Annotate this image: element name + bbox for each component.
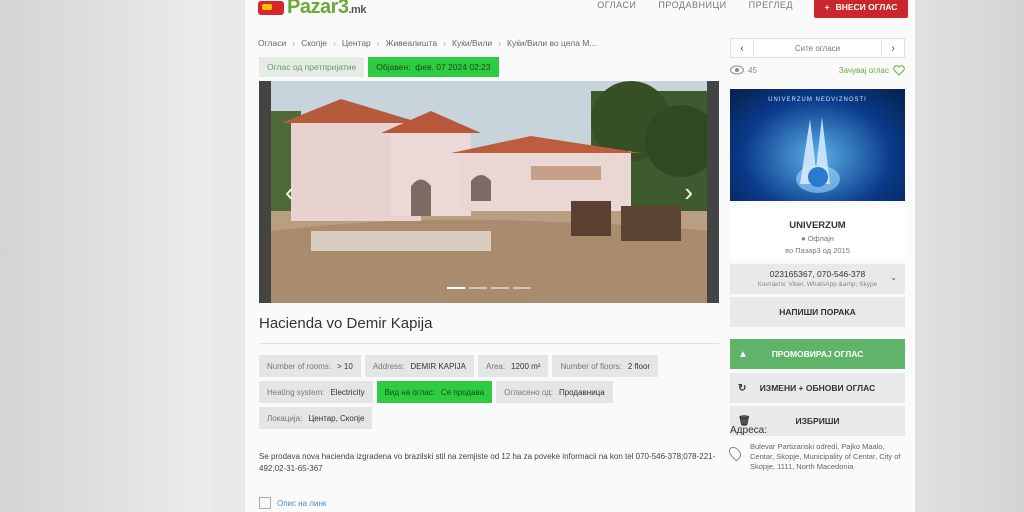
- nav-ads[interactable]: ОГЛАСИ: [597, 0, 636, 10]
- view-count: 45: [730, 65, 757, 75]
- address-block: Адреса: Bulevar Partizanski odredi, Pajk…: [726, 425, 905, 472]
- logo-text: Pazar3.mk: [287, 0, 366, 18]
- listing-description: Se prodava nova hacienda izgradena vo br…: [259, 452, 716, 473]
- nav-overview[interactable]: ПРЕГЛЕД: [749, 0, 793, 10]
- breadcrumb-item[interactable]: Живеалишта: [386, 38, 438, 48]
- seller-name[interactable]: UNIVERZUM: [730, 220, 905, 231]
- breadcrumb-item[interactable]: Скопје: [301, 38, 327, 48]
- site-logo[interactable]: Pazar3.mk: [258, 0, 366, 19]
- save-listing-label: Зачувај оглас: [838, 65, 889, 75]
- save-listing-button[interactable]: Зачувај оглас: [838, 64, 905, 76]
- attribute-list: Number of rooms: > 10 Address: DEMIR KAPIJ…: [259, 355, 719, 429]
- breadcrumb-item[interactable]: Центар: [342, 38, 371, 48]
- banner-text: UNIVERZUM NEDVIZNOSTI: [768, 97, 867, 103]
- refresh-icon: ↻: [738, 382, 747, 394]
- eye-icon: [730, 65, 744, 75]
- write-message-label: НАПИШИ ПОРАКА: [779, 307, 856, 317]
- background-left: [0, 0, 210, 512]
- pager-prev-button[interactable]: ‹: [731, 39, 753, 57]
- attribute-location: Локација: Центар, Скопје: [259, 407, 373, 429]
- published-value: фев. 07 2024 02:23: [415, 62, 491, 72]
- add-listing-label: ВНЕСИ ОГЛАС: [835, 2, 898, 12]
- gallery-next-button[interactable]: ›: [684, 179, 693, 205]
- top-bar: Pazar3.mk ОГЛАСИ ПРОДАВНИЦИ ПРЕГЛЕД + ВН…: [258, 0, 908, 22]
- breadcrumb-item[interactable]: Куќи/Вили во цела М...: [507, 38, 596, 48]
- all-listings-link[interactable]: Сите огласи: [753, 39, 882, 57]
- listing-tags: Оглас од претпријатие Објавен: фев. 07 2…: [259, 57, 499, 77]
- address-text: Bulevar Partizanski odredi, Pajko Maalo,…: [750, 442, 901, 471]
- breadcrumb-separator: ›: [332, 38, 336, 48]
- chevron-down-icon[interactable]: ⌄: [890, 273, 897, 282]
- plus-icon: +: [824, 2, 830, 12]
- promote-listing-button[interactable]: ▲ ПРОМОВИРАЈ ОГЛАС: [730, 339, 905, 369]
- gallery-dot[interactable]: [513, 287, 531, 289]
- breadcrumb-item[interactable]: Куќи/Вили: [452, 38, 492, 48]
- map-link-label: Опис на линк: [277, 498, 327, 508]
- attribute-posted-by: Огласено од: Продавница: [496, 381, 613, 403]
- add-listing-button[interactable]: + ВНЕСИ ОГЛАС: [814, 0, 908, 18]
- nav-stores[interactable]: ПРОДАВНИЦИ: [658, 0, 726, 10]
- contact-apps: Контакти: Viber, WhatsApp &amp; Skype: [757, 281, 878, 288]
- published-label: Објавен:: [376, 62, 411, 72]
- phone-numbers: 023165367, 070-546-378: [769, 269, 866, 279]
- gallery-dot[interactable]: [469, 287, 487, 289]
- published-badge: Објавен: фев. 07 2024 02:23: [368, 57, 499, 77]
- pager-next-button[interactable]: ›: [882, 39, 904, 57]
- seller-status: ● Офлајн: [801, 234, 834, 243]
- breadcrumb: Огласи › Скопје › Центар › Живеалишта › Куќи…: [258, 38, 596, 48]
- banner-graphic: [796, 117, 840, 193]
- seller-card: UNIVERZUM ● Офлајн во Пазар3 од 2015: [730, 208, 905, 260]
- external-link-icon: [259, 497, 271, 509]
- edit-renew-button[interactable]: ↻ ИЗМЕНИ + ОБНОВИ ОГЛАС: [730, 373, 905, 403]
- gallery-prev-button[interactable]: ‹: [285, 179, 294, 205]
- gallery-dot[interactable]: [491, 287, 509, 289]
- views-row: 45 Зачувај оглас: [730, 63, 905, 77]
- address-label: Адреса:: [730, 425, 767, 436]
- listing-title: Hacienda vo Demir Kapija: [259, 315, 433, 332]
- rocket-icon: ▲: [738, 348, 748, 360]
- heart-icon: [893, 64, 905, 76]
- logo-car-icon: [258, 0, 284, 15]
- breadcrumb-separator: ›: [376, 38, 380, 48]
- phone-box[interactable]: 023165367, 070-546-378 Контакти: Viber, …: [730, 264, 905, 294]
- edit-renew-label: ИЗМЕНИ + ОБНОВИ ОГЛАС: [759, 383, 876, 393]
- location-pin-icon: [726, 444, 744, 462]
- breadcrumb-item[interactable]: Огласи: [258, 38, 286, 48]
- attribute-heating: Heating system: Electricity: [259, 381, 373, 403]
- write-message-button[interactable]: НАПИШИ ПОРАКА: [730, 297, 905, 327]
- seller-type-badge: Оглас од претпријатие: [259, 57, 365, 77]
- main-nav: ОГЛАСИ ПРОДАВНИЦИ ПРЕГЛЕД: [597, 0, 793, 10]
- map-link[interactable]: Опис на линк: [259, 497, 326, 509]
- divider: [259, 343, 719, 344]
- seller-since: во Пазар3 од 2015: [785, 246, 850, 255]
- breadcrumb-separator: ›: [498, 38, 501, 48]
- attribute-area: Area: 1200 m²: [477, 355, 549, 377]
- view-count-value: 45: [748, 65, 757, 75]
- gallery-indicators: [447, 287, 531, 289]
- seller-banner[interactable]: UNIVERZUM NEDVIZNOSTI: [730, 89, 905, 201]
- breadcrumb-separator: ›: [292, 38, 296, 48]
- attribute-address: Address: DEMIR KAPIJA: [364, 355, 474, 377]
- listing-pager: ‹ Сите огласи ›: [730, 38, 905, 58]
- promote-listing-label: ПРОМОВИРАЈ ОГЛАС: [771, 349, 864, 359]
- breadcrumb-separator: ›: [443, 38, 446, 48]
- attribute-listing-type: Вид на оглас: Се продава: [376, 381, 493, 403]
- attribute-rooms: Number of rooms: > 10: [259, 355, 361, 377]
- attribute-floors: Number of floors: 2 floor: [552, 355, 659, 377]
- house-photo: [271, 81, 707, 303]
- photo-gallery[interactable]: ‹ ›: [259, 81, 719, 303]
- gallery-dot[interactable]: [447, 287, 465, 289]
